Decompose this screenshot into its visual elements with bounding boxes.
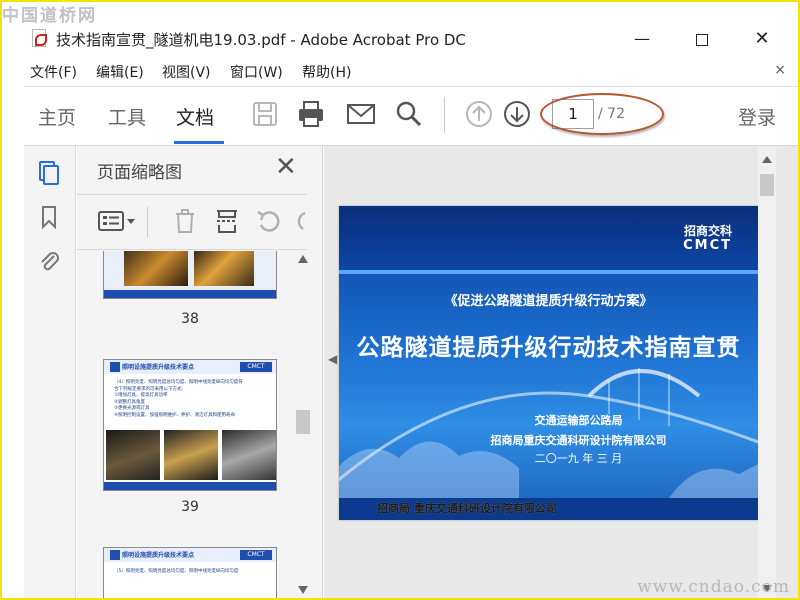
delete-page-icon[interactable] bbox=[171, 207, 199, 235]
menu-edit[interactable]: 编辑(E) bbox=[96, 62, 144, 82]
page-down-icon[interactable] bbox=[502, 99, 532, 129]
slide-divider bbox=[339, 270, 758, 274]
slide-footer-text: 招商局 重庆交通科研设计院有限公司 bbox=[377, 502, 557, 515]
close-window-button[interactable]: ✕ bbox=[742, 26, 782, 52]
slide-org-primary: 交通运输部公路局 bbox=[534, 414, 623, 427]
panel-close-button[interactable]: ✕ bbox=[275, 154, 297, 180]
thumbnail-options-icon[interactable] bbox=[97, 207, 137, 235]
rotate-clockwise-icon[interactable] bbox=[293, 207, 307, 235]
print-icon[interactable] bbox=[296, 99, 326, 129]
thumbnail-marker bbox=[110, 550, 120, 560]
menu-help[interactable]: 帮助(H) bbox=[302, 62, 351, 82]
tab-document[interactable]: 文档 bbox=[176, 103, 214, 130]
extract-page-icon[interactable] bbox=[213, 207, 241, 235]
email-icon[interactable] bbox=[346, 99, 376, 129]
watermark-top: 中国道桥网 bbox=[2, 6, 97, 26]
thumbnail-page-38[interactable] bbox=[103, 251, 277, 299]
slide-title: 公路隧道提质升级行动技术指南宣贯 bbox=[356, 335, 741, 361]
panel-title: 页面缩略图 bbox=[97, 163, 182, 183]
search-icon[interactable] bbox=[394, 99, 424, 129]
thumbnail-footer bbox=[104, 482, 276, 490]
thumbnail-label: 38 bbox=[181, 311, 199, 327]
minimize-button[interactable]: — bbox=[622, 26, 662, 52]
maximize-button[interactable] bbox=[682, 26, 722, 52]
scrollbar-arrows bbox=[762, 156, 772, 592]
bookmark-icon[interactable] bbox=[36, 204, 62, 230]
thumbnail-marker bbox=[110, 362, 120, 372]
active-tab-indicator bbox=[174, 141, 224, 144]
document-scrollbar-thumb[interactable] bbox=[760, 174, 774, 196]
tab-tools[interactable]: 工具 bbox=[108, 103, 146, 130]
menu-view[interactable]: 视图(V) bbox=[162, 62, 211, 82]
thumbnail-line: （4）照明亮度、照明亮度总均匀度、照明中线亮度纵向均匀度符 bbox=[114, 380, 243, 385]
menu-bar: 文件(F) 编辑(E) 视图(V) 窗口(W) 帮助(H) × bbox=[2, 58, 798, 84]
title-bar: 技术指南宣贯_隧道机电19.03.pdf - Adobe Acrobat Pro… bbox=[2, 20, 798, 54]
pdf-file-icon bbox=[32, 29, 47, 47]
thumbnail-heading: 照明设施提质升级技术要点 bbox=[122, 364, 195, 371]
thumbnail-list: 38 照明设施提质升级技术要点 CMCT （4）照明亮度、照明亮度总均匀度、照明… bbox=[77, 251, 307, 598]
page-up-icon[interactable] bbox=[464, 99, 494, 129]
thumbnail-logo: CMCT bbox=[240, 550, 272, 560]
slide-org-secondary: 招商局重庆交通科研设计院有限公司 bbox=[490, 434, 667, 447]
thumbnail-line: （5）照明亮度、照明亮度总均匀度、照明中线亮度纵向均匀度 bbox=[114, 569, 239, 574]
collapse-panel-arrow-icon[interactable]: ◀ bbox=[328, 352, 337, 366]
thumbnail-logo: CMCT bbox=[240, 362, 272, 372]
document-scrollbar[interactable] bbox=[758, 146, 776, 598]
tunnel-photo bbox=[222, 430, 276, 480]
thumbnail-page-40[interactable]: 照明设施提质升级技术要点 CMCT （5）照明亮度、照明亮度总均匀度、照明中线亮… bbox=[103, 547, 277, 598]
thumbnail-header: 照明设施提质升级技术要点 CMCT bbox=[104, 548, 276, 562]
rotate-counterclockwise-icon[interactable] bbox=[255, 207, 283, 235]
save-icon[interactable] bbox=[250, 99, 280, 129]
maximize-icon bbox=[696, 33, 708, 46]
tunnel-photo bbox=[164, 430, 218, 480]
slide-logo-cn: 招商交科 bbox=[683, 224, 732, 238]
slide-logo-en: CMCT bbox=[683, 238, 732, 253]
menu-file[interactable]: 文件(F) bbox=[30, 62, 77, 82]
tab-home[interactable]: 主页 bbox=[38, 103, 76, 130]
panel-toolbar-separator bbox=[147, 207, 148, 237]
menu-window[interactable]: 窗口(W) bbox=[230, 62, 283, 82]
thumbnail-panel: 页面缩略图 ✕ 38 照明设施提质升级技术要点 CMCT （4）照明亮度、照明亮… bbox=[77, 146, 323, 598]
slide-date: 二〇一九 年 三 月 bbox=[534, 452, 623, 465]
thumbnail-image bbox=[104, 251, 276, 292]
thumbnail-page-39[interactable]: 照明设施提质升级技术要点 CMCT （4）照明亮度、照明亮度总均匀度、照明中线亮… bbox=[103, 359, 277, 491]
watermark-bottom: www.cndao.com bbox=[637, 577, 790, 597]
thumbnail-header: 照明设施提质升级技术要点 CMCT bbox=[104, 360, 276, 374]
tunnel-photo bbox=[194, 251, 254, 286]
close-document-button[interactable]: × bbox=[774, 62, 786, 78]
panel-toolbar bbox=[77, 194, 307, 250]
main-toolbar: 主页 工具 文档 1 / 72 登录 bbox=[24, 86, 798, 146]
thumbnail-heading: 照明设施提质升级技术要点 bbox=[122, 552, 195, 559]
attachment-icon[interactable] bbox=[36, 248, 62, 274]
highlight-annotation bbox=[540, 93, 664, 135]
pdf-page: 招商交科 CMCT 《促进公路隧道提质升级行动方案》 公路隧道提质升级行动技术指… bbox=[339, 206, 758, 520]
document-viewer: ◀ 招商交科 CMCT 《促进公路隧道提质升级行动方案》 公路隧道提质升级行动技… bbox=[324, 146, 798, 598]
thumbnail-text: （4）照明亮度、照明亮度总均匀度、照明中线亮度纵向均匀度符 合下列规定要求的可采… bbox=[114, 380, 243, 419]
acrobat-window: 技术指南宣贯_隧道机电19.03.pdf - Adobe Acrobat Pro… bbox=[2, 2, 798, 598]
login-button[interactable]: 登录 bbox=[738, 103, 776, 130]
thumbnail-line: ④照明控制设置、加强照明维护、养护、清洁灯具和使用寿命 bbox=[114, 412, 236, 418]
tunnel-photo bbox=[124, 251, 188, 286]
panel-scrollbar-thumb[interactable] bbox=[296, 410, 310, 434]
window-title: 技术指南宣贯_隧道机电19.03.pdf - Adobe Acrobat Pro… bbox=[56, 31, 466, 49]
thumbnail-footer bbox=[104, 290, 276, 298]
slide-subtitle: 《促进公路隧道提质升级行动方案》 bbox=[444, 294, 653, 309]
left-rail bbox=[24, 146, 76, 598]
thumbnail-label: 39 bbox=[181, 499, 199, 515]
toolbar-separator bbox=[444, 97, 445, 133]
tunnel-photo bbox=[106, 430, 160, 480]
page-thumbnails-icon[interactable] bbox=[36, 160, 62, 186]
